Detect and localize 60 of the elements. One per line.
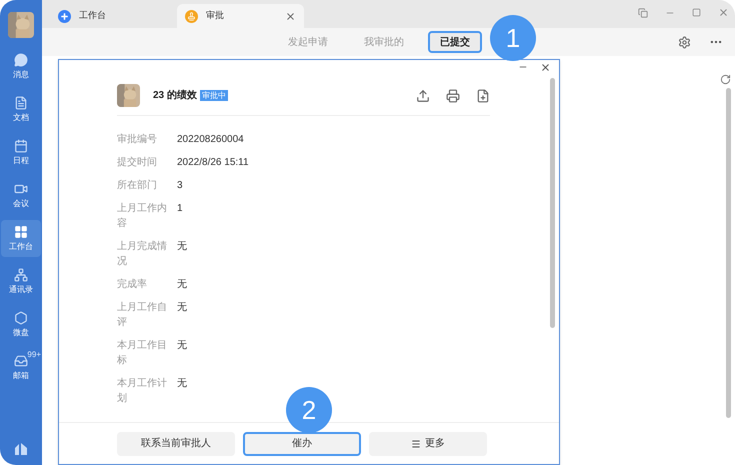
document-icon [14,96,28,110]
action-button[interactable]: 催办 [243,432,361,456]
video-icon [14,182,28,196]
sidebar-item[interactable]: 邮箱 99+ [1,349,41,386]
action-button[interactable]: 联系当前审批人 [117,432,235,456]
print-icon[interactable] [446,88,460,102]
sidebar-item[interactable]: 工作台 [1,220,41,257]
unread-count: 99+ [27,351,41,359]
field-value: 无 [177,278,187,292]
file-add-icon[interactable] [476,88,490,102]
maximize-icon[interactable] [692,8,701,17]
chat-icon [14,53,28,67]
logo-icon[interactable] [14,441,28,455]
stamp-icon [185,10,198,22]
field-value: 无 [177,377,187,391]
inbox-icon [14,354,28,368]
field-value: 3 [177,179,183,193]
tab[interactable]: 审批 [177,4,304,28]
field-label: 本月工作目标 [117,338,168,368]
refresh-icon[interactable] [720,74,731,85]
field-value: 无 [177,240,187,254]
org-chart-icon [14,268,28,282]
window-copy-icon[interactable] [638,8,648,18]
field-label: 所在部门 [117,178,158,193]
field-label: 上月工作内容 [117,202,168,231]
share-icon[interactable] [416,88,430,102]
user-avatar [117,84,140,107]
calendar-icon [14,139,28,153]
grid-icon [14,225,28,239]
action-button[interactable]: 更多 [369,432,487,456]
field-value: 2022/8/26 15:11 [177,156,249,170]
close-icon[interactable] [540,62,551,73]
field-label: 上月完成情况 [117,240,168,269]
scrollbar[interactable] [550,78,555,328]
user-avatar [8,12,34,38]
scrollbar[interactable] [726,88,731,418]
sidebar-item[interactable]: 会议 [1,177,41,214]
sidebar-item[interactable]: 文档 [1,91,41,128]
settings-icon[interactable] [678,36,691,48]
sub-tab[interactable]: 我审批的 [352,31,416,53]
dialog-title: 23 的绩效 [153,88,197,103]
sidebar-item[interactable]: 日程 [1,134,41,171]
field-value: 1 [177,202,183,216]
close-icon [285,10,296,22]
field-value: 无 [177,301,187,315]
field-label: 上月工作自评 [117,300,168,330]
sub-tab[interactable]: 已提交 [428,31,482,53]
hexagon-icon [14,311,28,325]
field-label: 提交时间 [117,156,158,170]
sidebar-item[interactable]: 微盘 [1,306,41,343]
tab[interactable]: 工作台 [50,4,177,28]
sidebar-item[interactable]: 通讯录 [1,263,41,300]
field-value: 无 [177,339,187,353]
field-label: 本月工作计划 [117,376,168,406]
sidebar-item[interactable]: 消息 [1,48,41,85]
field-label: 完成率 [117,278,148,292]
field-label: 审批编号 [117,132,158,147]
field-value: 202208260004 [177,133,244,147]
status-tag: 审批中 [200,90,228,101]
sub-tab[interactable]: 发起申请 [276,31,340,53]
